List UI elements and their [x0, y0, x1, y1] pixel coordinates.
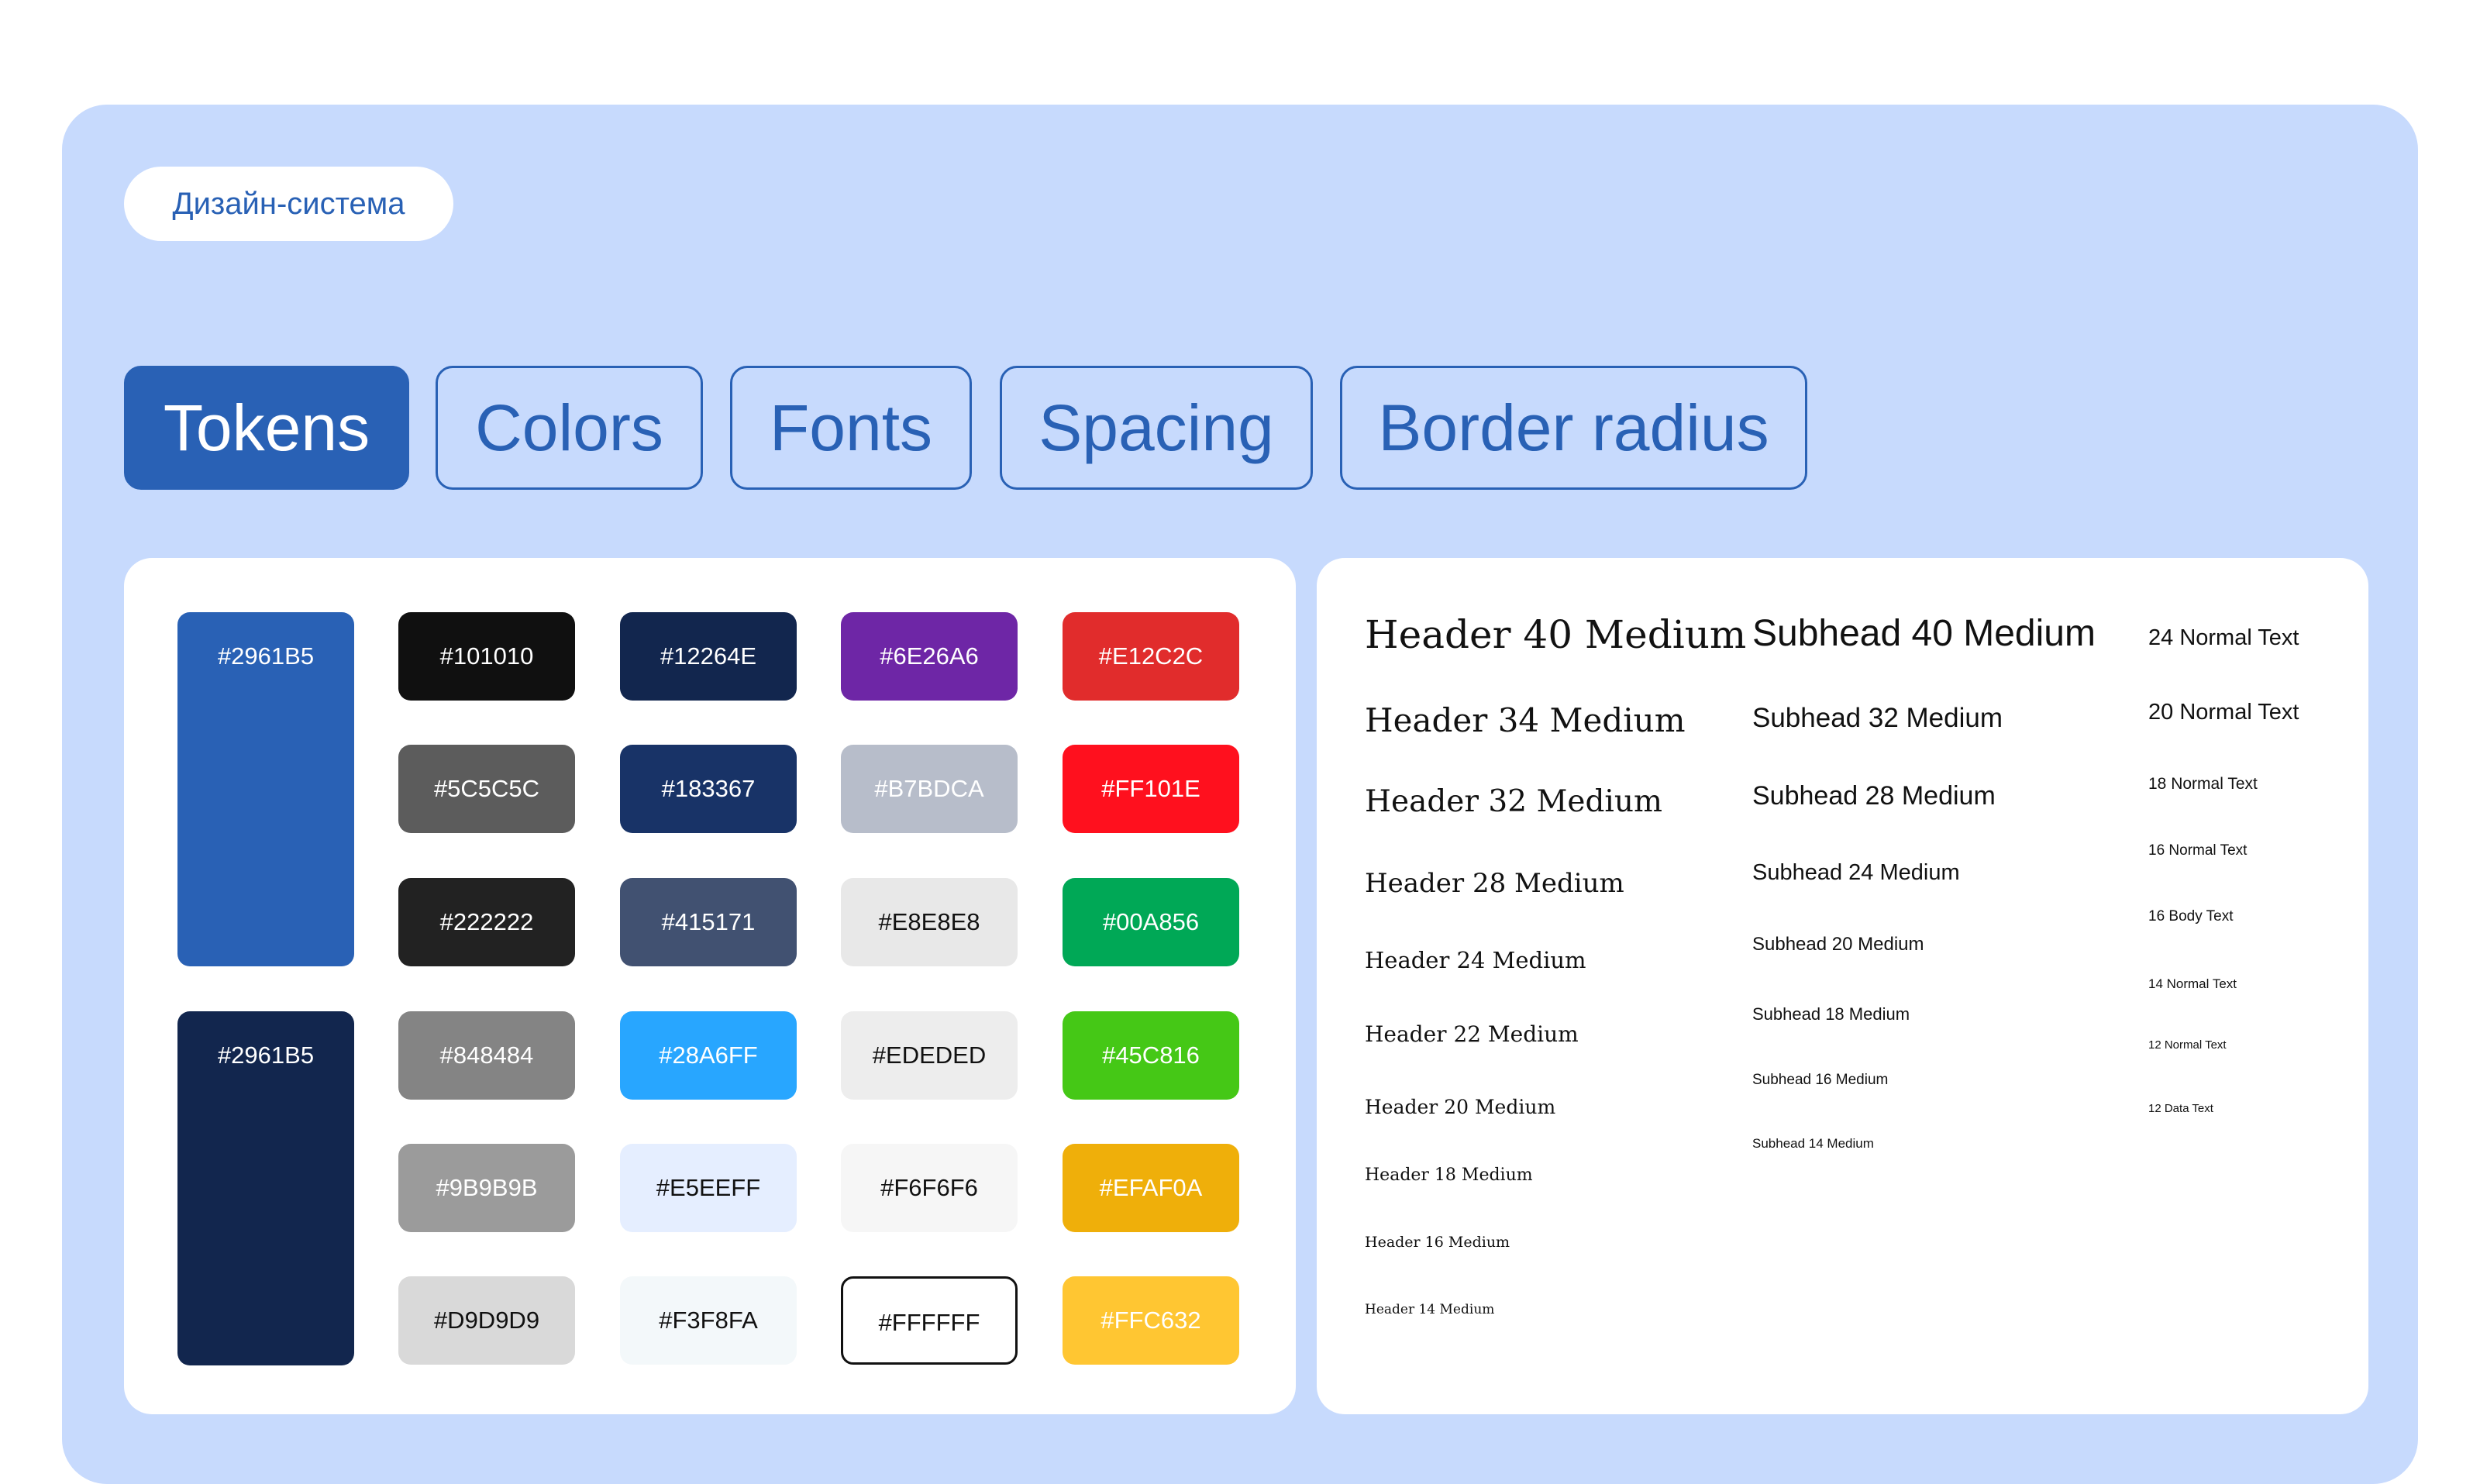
- tab-fonts[interactable]: Fonts: [730, 366, 972, 490]
- header-font-sample: Header 20 Medium: [1365, 1096, 1556, 1118]
- header-font-sample: Header 40 Medium: [1365, 612, 1747, 657]
- color-swatch[interactable]: #F6F6F6: [841, 1144, 1018, 1232]
- subhead-font-sample: Subhead 28 Medium: [1752, 781, 1996, 811]
- tab-border-radius[interactable]: Border radius: [1340, 366, 1807, 490]
- color-swatch[interactable]: #45C816: [1063, 1011, 1239, 1100]
- color-swatch[interactable]: #E8E8E8: [841, 878, 1018, 966]
- color-swatch[interactable]: #B7BDCA: [841, 745, 1018, 833]
- color-swatch[interactable]: #183367: [620, 745, 797, 833]
- text-font-sample: 12 Data Text: [2148, 1102, 2213, 1115]
- color-swatch[interactable]: #F3F8FA: [620, 1276, 797, 1365]
- color-swatch[interactable]: #9B9B9B: [398, 1144, 575, 1232]
- text-font-sample: 14 Normal Text: [2148, 976, 2237, 991]
- text-font-sample: 20 Normal Text: [2148, 700, 2299, 725]
- header-font-sample: Header 34 Medium: [1365, 701, 1686, 739]
- color-swatch[interactable]: #E5EEFF: [620, 1144, 797, 1232]
- header-font-sample: Header 28 Medium: [1365, 868, 1624, 899]
- design-system-badge: Дизайн-система: [124, 167, 453, 241]
- header-font-sample: Header 22 Medium: [1365, 1021, 1579, 1047]
- color-swatch[interactable]: #28A6FF: [620, 1011, 797, 1100]
- subhead-font-sample: Subhead 40 Medium: [1752, 613, 2096, 654]
- color-swatch[interactable]: #FFC632: [1063, 1276, 1239, 1365]
- tab-colors[interactable]: Colors: [436, 366, 703, 490]
- color-swatch[interactable]: #FFFFFF: [841, 1276, 1018, 1365]
- color-swatch[interactable]: #848484: [398, 1011, 575, 1100]
- header-font-sample: Header 18 Medium: [1365, 1166, 1533, 1185]
- header-font-sample: Header 14 Medium: [1365, 1302, 1495, 1317]
- subhead-font-sample: Subhead 16 Medium: [1752, 1072, 1889, 1088]
- text-font-sample: 24 Normal Text: [2148, 625, 2299, 650]
- text-font-sample: 12 Normal Text: [2148, 1038, 2227, 1052]
- subhead-font-sample: Subhead 32 Medium: [1752, 703, 2003, 733]
- tab-spacing[interactable]: Spacing: [1000, 366, 1313, 490]
- tab-tokens[interactable]: Tokens: [124, 366, 409, 490]
- header-font-sample: Header 16 Medium: [1365, 1234, 1510, 1251]
- subhead-font-sample: Subhead 14 Medium: [1752, 1136, 1874, 1151]
- header-font-sample: Header 32 Medium: [1365, 784, 1663, 819]
- color-swatch[interactable]: #5C5C5C: [398, 745, 575, 833]
- color-swatch-primary-dark[interactable]: #2961B5: [177, 1011, 354, 1365]
- subhead-font-sample: Subhead 24 Medium: [1752, 860, 1960, 885]
- color-swatch[interactable]: #EDEDED: [841, 1011, 1018, 1100]
- color-swatch[interactable]: #222222: [398, 878, 575, 966]
- subhead-font-sample: Subhead 18 Medium: [1752, 1004, 1910, 1024]
- color-swatch[interactable]: #00A856: [1063, 878, 1239, 966]
- header-font-sample: Header 24 Medium: [1365, 947, 1586, 973]
- color-swatch[interactable]: #EFAF0A: [1063, 1144, 1239, 1232]
- color-swatch-primary-blue[interactable]: #2961B5: [177, 612, 354, 966]
- color-swatch[interactable]: #6E26A6: [841, 612, 1018, 701]
- color-swatch[interactable]: #FF101E: [1063, 745, 1239, 833]
- color-swatch[interactable]: #415171: [620, 878, 797, 966]
- subhead-font-sample: Subhead 20 Medium: [1752, 934, 1924, 955]
- color-swatch[interactable]: #E12C2C: [1063, 612, 1239, 701]
- text-font-sample: 16 Body Text: [2148, 908, 2234, 924]
- color-swatch[interactable]: #D9D9D9: [398, 1276, 575, 1365]
- color-swatch[interactable]: #12264E: [620, 612, 797, 701]
- color-swatch[interactable]: #101010: [398, 612, 575, 701]
- text-font-sample: 18 Normal Text: [2148, 775, 2258, 793]
- text-font-sample: 16 Normal Text: [2148, 842, 2248, 859]
